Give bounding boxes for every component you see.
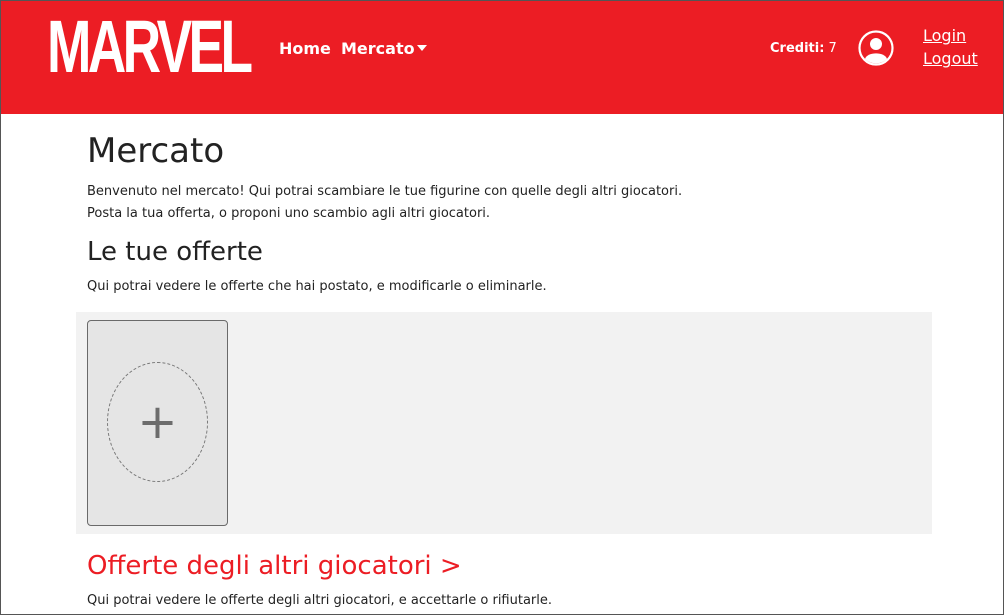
add-offer-placeholder: + — [107, 362, 208, 482]
plus-icon: + — [137, 394, 178, 450]
logout-link[interactable]: Logout — [923, 49, 978, 68]
other-offers-link[interactable]: Offerte degli altri giocatori > — [87, 551, 462, 581]
nav-home-link[interactable]: Home — [279, 39, 331, 58]
nav-mercato-dropdown[interactable]: Mercato — [341, 39, 415, 58]
my-offers-title: Le tue offerte — [87, 237, 263, 267]
user-circle-icon[interactable] — [858, 30, 894, 66]
other-offers-description: Qui potrai vedere le offerte degli altri… — [87, 593, 553, 608]
marvel-logo[interactable]: MARVEL — [47, 10, 253, 84]
login-link[interactable]: Login — [923, 26, 966, 45]
my-offers-container: + — [76, 312, 932, 534]
intro-line-2: Posta la tua offerta, o proponi uno scam… — [87, 206, 491, 221]
my-offers-description: Qui potrai vedere le offerte che hai pos… — [87, 279, 547, 294]
credits-value: 7 — [828, 41, 837, 56]
credits-display: Crediti: 7 — [770, 41, 837, 56]
page-title: Mercato — [87, 131, 225, 171]
caret-down-icon[interactable] — [417, 45, 427, 51]
add-offer-card[interactable]: + — [87, 320, 228, 526]
top-navbar: MARVEL Home Mercato Crediti: 7 Login Log… — [1, 1, 1003, 114]
intro-text: Benvenuto nel mercato! Qui potrai scambi… — [87, 181, 682, 225]
intro-line-1: Benvenuto nel mercato! Qui potrai scambi… — [87, 184, 683, 199]
credits-label: Crediti: — [770, 41, 825, 56]
